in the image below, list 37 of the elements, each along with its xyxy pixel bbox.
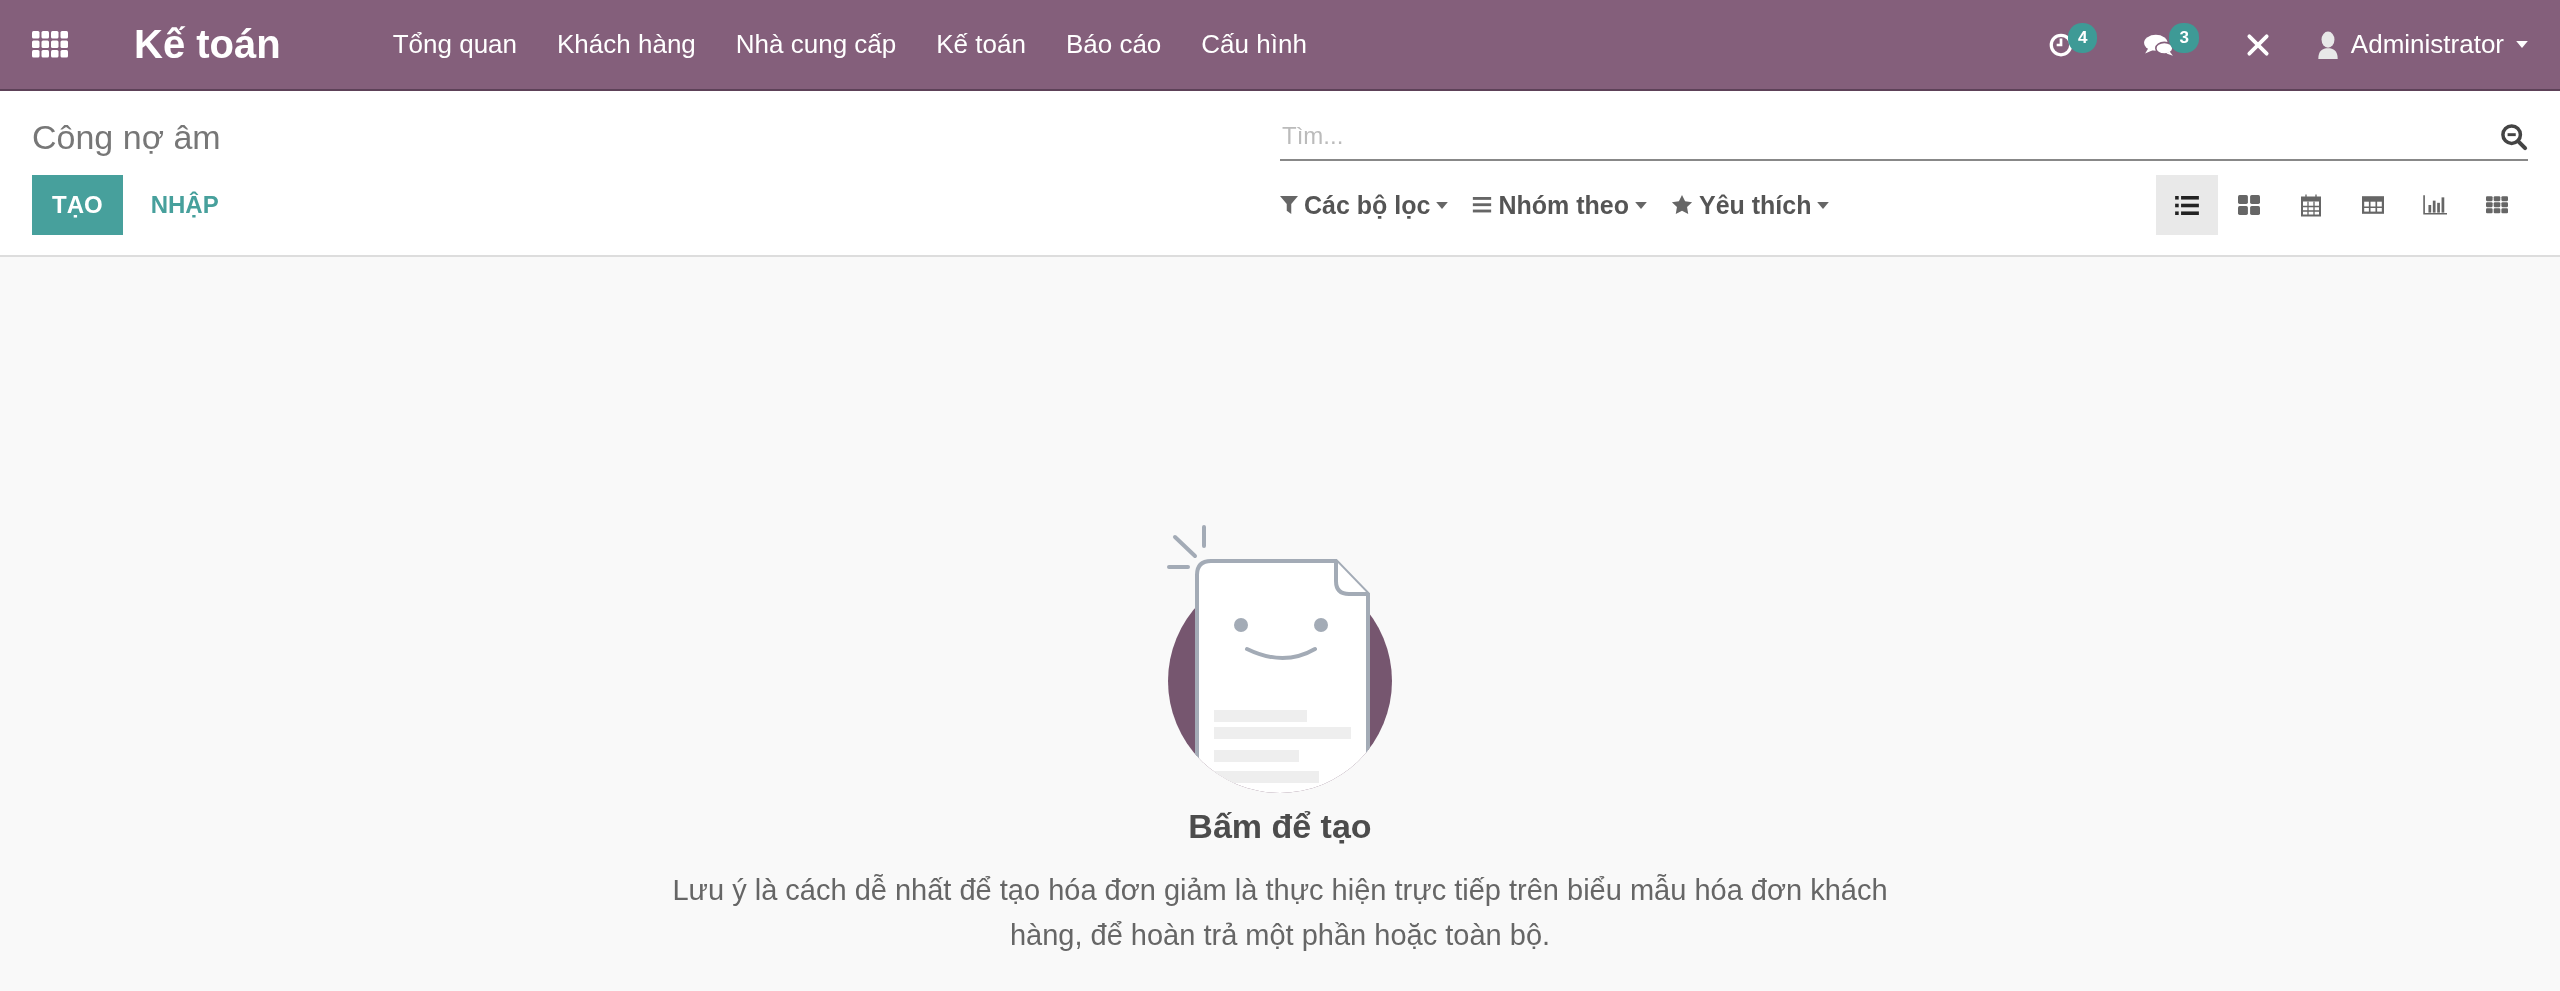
caret-icon bbox=[1634, 201, 1647, 209]
user-menu[interactable]: Administrator bbox=[2316, 29, 2528, 60]
app-grid-icon[interactable] bbox=[32, 30, 68, 59]
empty-state-title: Bấm để tạo bbox=[1188, 807, 1372, 846]
menu-item[interactable]: Cấu hình bbox=[1201, 29, 1307, 60]
list-icon bbox=[2175, 195, 2199, 215]
bar-chart-icon bbox=[2423, 195, 2447, 215]
user-avatar-icon bbox=[2316, 30, 2339, 59]
search-icon[interactable] bbox=[2500, 123, 2528, 151]
page-title: Công nợ âm bbox=[32, 117, 221, 156]
filter-dropdown[interactable]: Nhóm theo bbox=[1472, 190, 1647, 220]
app-name: Kế toán bbox=[134, 22, 281, 67]
list-view-button[interactable] bbox=[2156, 175, 2218, 235]
star-icon bbox=[1670, 194, 1693, 216]
caret-icon bbox=[1817, 201, 1830, 209]
menu-item[interactable]: Báo cáo bbox=[1065, 29, 1162, 60]
menu-item[interactable]: Khách hàng bbox=[557, 29, 696, 60]
filter-dropdown[interactable]: Các bộ lọc bbox=[1280, 190, 1449, 220]
create-button[interactable]: TẠO bbox=[32, 175, 123, 235]
table-icon bbox=[2362, 196, 2384, 214]
clock-icon[interactable] bbox=[2047, 31, 2074, 58]
import-button[interactable]: NHẬP bbox=[130, 175, 239, 235]
menu-item[interactable]: Tổng quan bbox=[392, 29, 517, 60]
menu-item[interactable]: Kế toán bbox=[936, 29, 1026, 60]
message-count-badge: 3 bbox=[2169, 22, 2199, 53]
menu-item[interactable]: Nhà cung cấp bbox=[735, 29, 897, 60]
filter-icon bbox=[1280, 196, 1298, 214]
empty-state-message: Lưu ý là cách dễ nhất để tạo hóa đơn giảm là thực hiện trực tiếp trên biểu mẫu hóa đơn khách hàng, để hoàn trả một phần hoặc toàn bộ. bbox=[671, 873, 1889, 953]
tiles-icon bbox=[2238, 195, 2260, 215]
filter-dropdown[interactable]: Yêu thích bbox=[1670, 190, 1830, 220]
caret-icon bbox=[1436, 201, 1449, 209]
search-field[interactable]: Tìm... bbox=[1280, 113, 2528, 161]
caret-icon bbox=[2516, 41, 2528, 48]
grid-icon bbox=[2486, 196, 2508, 214]
list-icon bbox=[1472, 197, 1493, 213]
activity-count-badge: 4 bbox=[2067, 22, 2098, 53]
calendar-icon bbox=[2301, 193, 2321, 217]
